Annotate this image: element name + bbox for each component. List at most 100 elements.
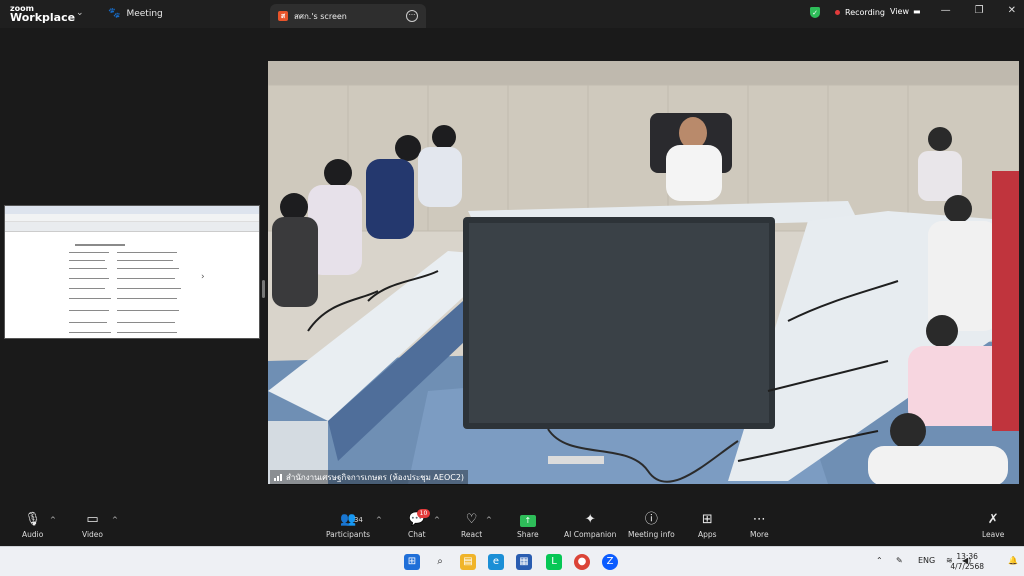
- camera-icon: ▭: [86, 512, 99, 527]
- meeting-info-label: Meeting info: [628, 530, 675, 539]
- zoom-app-icon[interactable]: Z: [602, 554, 618, 570]
- file-explorer-icon[interactable]: ▤: [460, 554, 476, 570]
- recording-indicator[interactable]: ✓ Recording: [810, 7, 885, 18]
- windows-start-icon[interactable]: ⊞: [404, 554, 420, 570]
- doc-line: [69, 252, 109, 253]
- chat-icon: 💬 10: [409, 509, 431, 528]
- heart-icon: ♡: [465, 512, 478, 527]
- edge-browser-icon[interactable]: e: [488, 554, 504, 570]
- react-options-caret-icon[interactable]: ^: [486, 516, 492, 524]
- more-button[interactable]: ⋯ More: [750, 512, 769, 539]
- shared-screen-tab[interactable]: ส สศก.'s screen ···: [270, 4, 426, 28]
- participant-video[interactable]: [268, 61, 1019, 484]
- chevron-right-icon[interactable]: ›: [201, 272, 205, 282]
- input-language[interactable]: ENG: [918, 556, 935, 565]
- mic-muted-icon: 🎙: [24, 512, 41, 527]
- doc-line: [69, 278, 109, 279]
- doc-line: [117, 268, 179, 269]
- chevron-down-icon[interactable]: ⌄: [76, 8, 84, 18]
- meeting-tab-label: Meeting: [126, 8, 163, 19]
- recording-dot-icon: [835, 10, 840, 15]
- thumb-pdf-toolbar: [5, 222, 259, 232]
- paw-icon: 🐾: [108, 8, 121, 19]
- line-app-icon[interactable]: L: [546, 554, 562, 570]
- share-button[interactable]: ↑ Share: [517, 512, 539, 539]
- doc-line: [117, 260, 173, 261]
- restore-icon[interactable]: ❐: [975, 5, 984, 16]
- chrome-icon[interactable]: ●: [574, 554, 590, 570]
- participant-name-tag: สำนักงานเศรษฐกิจการเกษตร (ห้องประชุม AEO…: [270, 470, 469, 485]
- system-clock[interactable]: 13:36 4/7/2568: [950, 552, 984, 572]
- language-bar-icon[interactable]: ✎: [896, 556, 903, 565]
- video-label: Video: [82, 530, 104, 539]
- minimize-icon[interactable]: —: [941, 5, 951, 16]
- doc-line: [117, 252, 177, 253]
- share-label: Share: [517, 530, 539, 539]
- react-label: React: [461, 530, 483, 539]
- signal-bars-icon: [274, 474, 282, 481]
- leave-label: Leave: [982, 530, 1005, 539]
- more-options-icon[interactable]: ···: [406, 10, 418, 22]
- doc-line: [69, 322, 107, 323]
- view-button[interactable]: View ▬: [890, 7, 921, 16]
- participants-label: Participants: [326, 530, 371, 539]
- panel-resize-handle[interactable]: [262, 280, 265, 298]
- tray-chevron-up-icon[interactable]: ⌃: [876, 556, 883, 565]
- window-controls: — ❐ ✕: [941, 5, 1016, 16]
- video-button[interactable]: ▭ Video: [82, 512, 103, 539]
- audio-button[interactable]: 🎙 Audio: [22, 512, 43, 539]
- doc-line: [117, 332, 177, 333]
- close-icon[interactable]: ✕: [1008, 5, 1016, 16]
- doc-line: [117, 288, 181, 289]
- chat-options-caret-icon[interactable]: ^: [434, 516, 440, 524]
- participants-button[interactable]: 👥 34 Participants: [326, 512, 370, 539]
- meeting-controls: 🎙 Audio ^ ▭ Video ^ 👥 34 Participants ^ 💬…: [0, 502, 1024, 546]
- recording-label: Recording: [845, 8, 886, 17]
- doc-line: [69, 268, 107, 269]
- ai-companion-button[interactable]: ✦ AI Companion: [564, 512, 616, 539]
- sparkle-icon: ✦: [584, 512, 596, 527]
- doc-line: [117, 278, 175, 279]
- brand-bottom: Workplace: [10, 11, 76, 24]
- clock-time: 13:36: [956, 552, 978, 561]
- apps-button[interactable]: ⊞ Apps: [698, 512, 717, 539]
- doc-line: [117, 298, 177, 299]
- thumb-browser-tabs: [5, 206, 259, 214]
- participant-name: สำนักงานเศรษฐกิจการเกษตร (ห้องประชุม AEO…: [286, 473, 465, 482]
- info-icon: ⓘ: [644, 512, 658, 527]
- meeting-tab[interactable]: 🐾 Meeting: [108, 8, 163, 19]
- apps-label: Apps: [698, 530, 717, 539]
- more-dots-icon: ⋯: [752, 512, 766, 527]
- apps-grid-icon: ⊞: [701, 512, 713, 527]
- doc-line: [69, 298, 111, 299]
- leave-button[interactable]: ✗ Leave: [982, 512, 1004, 539]
- doc-line: [75, 244, 125, 246]
- doc-line: [69, 288, 105, 289]
- notifications-icon[interactable]: 🔔: [1008, 556, 1018, 565]
- participants-icon: 👥 34: [339, 512, 363, 527]
- shared-screen-thumbnail[interactable]: ›: [4, 205, 260, 339]
- share-screen-icon: ↑: [519, 512, 536, 528]
- store-icon[interactable]: ▦: [516, 554, 532, 570]
- chat-button[interactable]: 💬 10 Chat: [408, 509, 431, 539]
- video-options-caret-icon[interactable]: ^: [112, 516, 118, 524]
- doc-line: [117, 322, 175, 323]
- os-taskbar: ⊞ ⌕ ▤ e ▦ L ● Z ⌃ ✎ ENG ≋ ◀) 13:36 4/7/2…: [0, 546, 1024, 576]
- zoom-workplace-logo[interactable]: zoom Workplace: [10, 4, 76, 24]
- audio-options-caret-icon[interactable]: ^: [50, 516, 56, 524]
- meeting-info-button[interactable]: ⓘ Meeting info: [628, 512, 675, 539]
- screen-share-icon: ส: [278, 11, 288, 21]
- shared-screen-tab-label: สศก.'s screen: [294, 11, 347, 21]
- ai-companion-label: AI Companion: [564, 530, 617, 539]
- thumb-address-bar: [5, 214, 259, 222]
- participants-options-caret-icon[interactable]: ^: [376, 516, 382, 524]
- title-bar: zoom Workplace ⌄ 🐾 Meeting ส สศก.'s scre…: [0, 0, 1024, 28]
- react-button[interactable]: ♡ React: [461, 512, 482, 539]
- more-label: More: [750, 530, 769, 539]
- doc-line: [69, 310, 109, 311]
- chat-badge: 10: [416, 509, 431, 518]
- doc-line: [69, 332, 111, 333]
- view-label: View: [890, 7, 909, 16]
- thumb-document-page: [61, 236, 211, 338]
- search-icon[interactable]: ⌕: [432, 554, 448, 570]
